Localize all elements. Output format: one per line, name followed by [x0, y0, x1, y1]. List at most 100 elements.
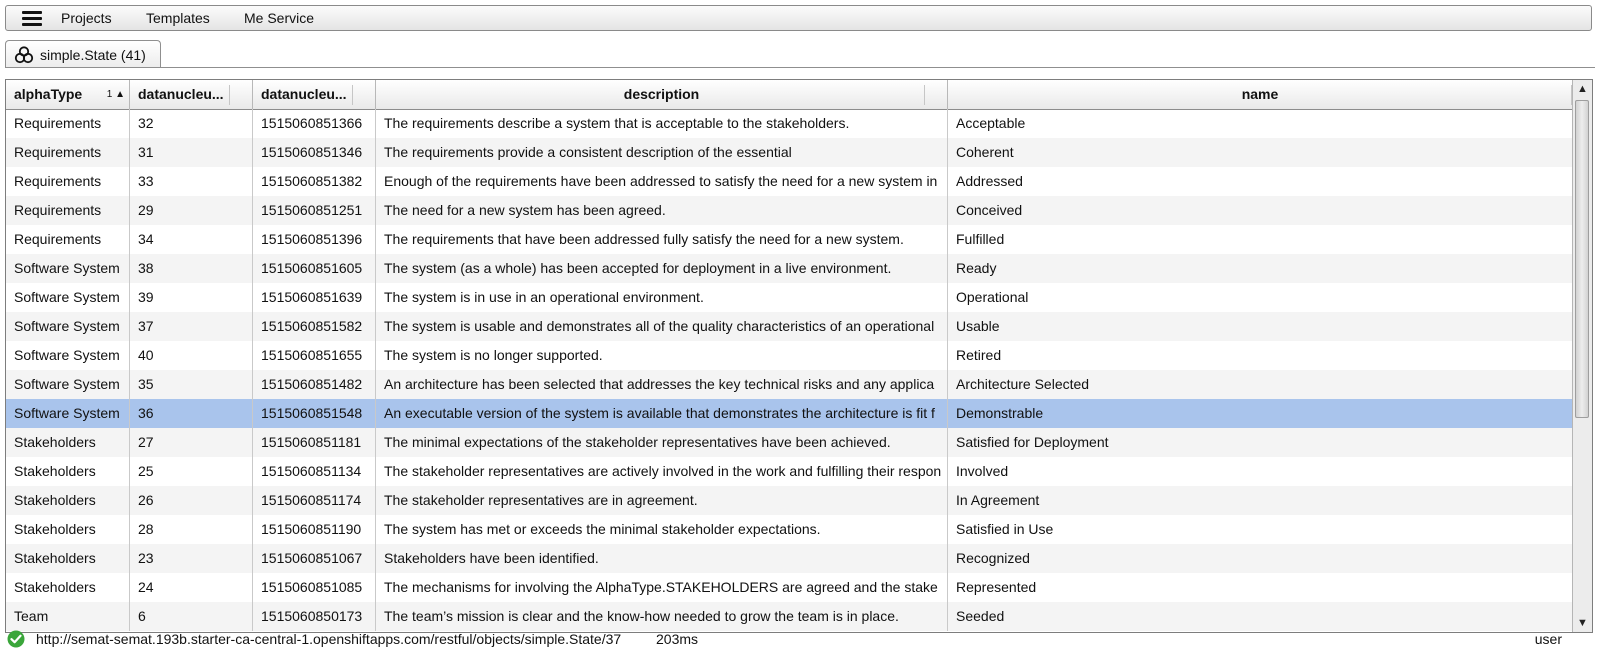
cell-datanucleus-id: 34 [130, 225, 253, 254]
cell-description: The system has met or exceeds the minima… [376, 515, 948, 544]
cell-alphatype: Software System [6, 399, 130, 428]
hamburger-menu-icon[interactable] [22, 11, 42, 27]
table-row[interactable]: Requirements 34 1515060851396 The requireme… [6, 225, 1572, 254]
column-header-name[interactable]: name [948, 80, 1572, 109]
cell-alphatype: Software System [6, 254, 130, 283]
table-row[interactable]: Requirements 32 1515060851366 The requireme… [6, 109, 1572, 138]
cell-name: Satisfied for Deployment [956, 434, 1109, 450]
menu-templates[interactable]: Templates [146, 10, 210, 26]
table-row[interactable]: Requirements 31 1515060851346 The requireme… [6, 138, 1572, 167]
menu-projects[interactable]: Projects [61, 10, 112, 26]
menu-bar: Projects Templates Me Service [5, 5, 1592, 31]
table-row[interactable]: Stakeholders 24 1515060851085 The mechanism… [6, 573, 1572, 602]
cell-datanucleus-id: 32 [130, 109, 253, 138]
column-header-datanucleus-version[interactable]: datanucleu... [253, 80, 376, 109]
cell-datanucleus-id: 25 [130, 457, 253, 486]
cell-datanucleus-version: 1515060851396 [253, 225, 376, 254]
cell-name: Operational [956, 289, 1029, 305]
column-header-description[interactable]: description [376, 80, 948, 109]
cell-description: An executable version of the system is a… [376, 399, 948, 428]
cell-datanucleus-version: 1515060851482 [253, 370, 376, 399]
cell-datanucleus-id: 36 [130, 399, 253, 428]
cell-datanucleus-version: 1515060851655 [253, 341, 376, 370]
grid-body: Requirements 32 1515060851366 The requireme… [6, 109, 1572, 631]
cell-datanucleus-version: 1515060851639 [253, 283, 376, 312]
column-label: alphaType [14, 86, 83, 102]
cell-datanucleus-id: 26 [130, 486, 253, 515]
cell-description: The stakeholder representatives are acti… [376, 457, 948, 486]
cell-datanucleus-version: 1515060851085 [253, 573, 376, 602]
scrollbar-thumb[interactable] [1575, 100, 1589, 418]
cell-name: Seeded [956, 608, 1005, 624]
tab-simple-state[interactable]: simple.State (41) [5, 40, 161, 68]
tab-label: simple.State (41) [40, 46, 146, 63]
table-row[interactable]: Stakeholders 23 1515060851067 Stakeholders … [6, 544, 1572, 573]
table-row[interactable]: Stakeholders 26 1515060851174 The stakehold… [6, 486, 1572, 515]
table-row[interactable]: Software System 38 1515060851605 The system… [6, 254, 1572, 283]
cell-description: Enough of the requirements have been add… [376, 167, 948, 196]
cell-description: Stakeholders have been identified. [376, 544, 948, 573]
cell-name: Involved [956, 463, 1009, 479]
column-header-datanucleus-id[interactable]: datanucleu... [130, 80, 253, 109]
cell-name: Ready [956, 260, 997, 276]
menu-me-service[interactable]: Me Service [244, 10, 314, 26]
cell-name: Architecture Selected [956, 376, 1090, 392]
table-row[interactable]: Stakeholders 28 1515060851190 The system ha… [6, 515, 1572, 544]
cell-description: The requirements that have been addresse… [376, 225, 948, 254]
cell-alphatype: Software System [6, 370, 130, 399]
scroll-up-icon[interactable]: ▲ [1573, 80, 1592, 98]
cell-datanucleus-id: 27 [130, 428, 253, 457]
sort-order: 1 [106, 89, 113, 100]
cell-alphatype: Team [6, 602, 130, 631]
table-row[interactable]: Requirements 33 1515060851382 Enough of the… [6, 167, 1572, 196]
cell-name: Usable [956, 318, 1000, 334]
table-row[interactable]: Software System 40 1515060851655 The system… [6, 341, 1572, 370]
cell-datanucleus-id: 29 [130, 196, 253, 225]
status-response-time: 203ms [656, 631, 699, 647]
cell-alphatype: Stakeholders [6, 573, 130, 602]
cell-alphatype: Stakeholders [6, 515, 130, 544]
cell-datanucleus-id: 37 [130, 312, 253, 341]
cell-alphatype: Requirements [6, 196, 130, 225]
cell-name: In Agreement [956, 492, 1040, 508]
grid-header: alphaType 1 ▲ datanucleu... datanucleu..… [6, 80, 1572, 110]
cell-datanucleus-id: 28 [130, 515, 253, 544]
table-row[interactable]: Stakeholders 25 1515060851134 The stakehold… [6, 457, 1572, 486]
cell-name: Retired [956, 347, 1002, 363]
cell-datanucleus-version: 1515060851382 [253, 167, 376, 196]
table-row[interactable]: Stakeholders 27 1515060851181 The minimal e… [6, 428, 1572, 457]
cell-datanucleus-id: 24 [130, 573, 253, 602]
column-header-alphatype[interactable]: alphaType 1 ▲ [6, 80, 130, 109]
cell-alphatype: Software System [6, 341, 130, 370]
column-label: name [1241, 86, 1279, 102]
cell-alphatype: Requirements [6, 109, 130, 138]
cell-datanucleus-version: 1515060851366 [253, 109, 376, 138]
table-row[interactable]: Software System 36 1515060851548 An executa… [6, 399, 1572, 428]
cell-datanucleus-id: 38 [130, 254, 253, 283]
table-row[interactable]: Team 6 1515060850173 The team’s mission is … [6, 602, 1572, 631]
cell-name: Satisfied in Use [956, 521, 1054, 537]
cell-alphatype: Stakeholders [6, 486, 130, 515]
cell-alphatype: Software System [6, 283, 130, 312]
sort-indicator: 1 ▲ [107, 80, 125, 109]
cell-name: Fulfilled [956, 231, 1005, 247]
vertical-scrollbar[interactable]: ▲ ▼ [1572, 80, 1592, 632]
table-row[interactable]: Requirements 29 1515060851251 The need for … [6, 196, 1572, 225]
table-row[interactable]: Software System 39 1515060851639 The system… [6, 283, 1572, 312]
status-url-link[interactable]: http://semat-semat.193b.starter-ca-centr… [36, 631, 621, 647]
cell-datanucleus-version: 1515060851181 [253, 428, 376, 457]
status-user: user [1534, 631, 1562, 647]
column-label: description [623, 86, 700, 102]
table-row[interactable]: Software System 35 1515060851482 An archite… [6, 370, 1572, 399]
cell-name: Recognized [956, 550, 1030, 566]
table-row[interactable]: Software System 37 1515060851582 The system… [6, 312, 1572, 341]
cell-datanucleus-version: 1515060851251 [253, 196, 376, 225]
data-grid: alphaType 1 ▲ datanucleu... datanucleu..… [5, 79, 1593, 633]
cell-datanucleus-version: 1515060851134 [253, 457, 376, 486]
cell-description: The requirements describe a system that … [376, 109, 948, 138]
cell-description: The stakeholder representatives are in a… [376, 486, 948, 515]
cell-alphatype: Stakeholders [6, 428, 130, 457]
status-bar: http://semat-semat.193b.starter-ca-centr… [0, 628, 1600, 652]
cell-alphatype: Software System [6, 312, 130, 341]
cell-datanucleus-version: 1515060850173 [253, 602, 376, 631]
